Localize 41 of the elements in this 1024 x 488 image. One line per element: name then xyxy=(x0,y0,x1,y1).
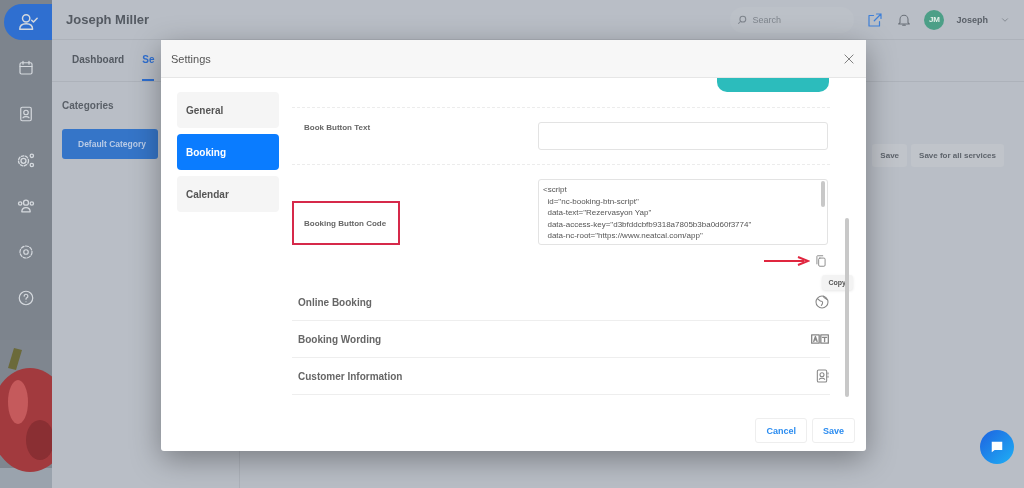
copy-icon xyxy=(814,254,828,268)
settings-section[interactable]: Booking Wording xyxy=(292,321,830,358)
cancel-button[interactable]: Cancel xyxy=(755,418,807,443)
settings-section[interactable]: Customer Information xyxy=(292,358,830,395)
code-line: id="nc-booking-btn-script" xyxy=(546,195,640,208)
chat-icon xyxy=(990,440,1004,454)
close-icon xyxy=(842,51,856,66)
code-line: data-access-key="d3bfddcbfb9318a7805b3ba0d60f3774" xyxy=(546,218,753,231)
code-field[interactable]: <script id="nc-booking-btn-script" data-text="Rezervasyon Yap" data-access-key="d3bfddcbfb9318a7805b3ba0d60f3774" data-nc-root="https://www.neatcal.com/app" xyxy=(538,179,828,245)
field-label: Book Button Text xyxy=(303,122,372,132)
code-line: <script xyxy=(543,184,568,196)
avatar[interactable]: JM xyxy=(924,9,945,30)
code-line: data-text="Rezervasyon Yap" xyxy=(546,207,653,219)
field-label: Booking Button Code xyxy=(292,201,400,245)
action-button[interactable] xyxy=(717,78,829,92)
sidebar-item[interactable] xyxy=(4,4,52,40)
tab[interactable]: Dashboard xyxy=(72,54,125,81)
save-button[interactable]: Save xyxy=(811,418,855,443)
settings-section[interactable]: Online Booking xyxy=(292,284,830,321)
contact-book-icon xyxy=(17,105,35,123)
user-check-icon xyxy=(17,11,39,33)
settings-nav-item[interactable]: Booking xyxy=(177,134,279,170)
user-menu[interactable]: Joseph xyxy=(956,14,988,25)
help-icon xyxy=(17,289,35,307)
categories-heading: Categories xyxy=(62,100,114,111)
input-field[interactable] xyxy=(538,122,828,150)
save-button[interactable]: Save xyxy=(872,144,908,167)
settings-nav-item[interactable]: Calendar xyxy=(177,176,279,212)
account-name: Joseph Miller xyxy=(66,12,151,27)
code-line: data-nc-root="https://www.neatcal.com/app" xyxy=(546,230,704,242)
chat-button[interactable] xyxy=(980,430,1014,464)
external-link-icon xyxy=(866,10,885,29)
save-button[interactable]: Save for all services xyxy=(911,144,1004,167)
calendar-icon xyxy=(17,59,35,77)
category-item[interactable]: Default Category xyxy=(62,129,158,159)
contact-card-icon xyxy=(814,368,830,384)
settings-icon xyxy=(17,243,35,261)
arrow xyxy=(764,256,810,266)
settings-nav-item[interactable]: General xyxy=(177,92,279,128)
dialog-title: Settings xyxy=(171,52,211,65)
tab[interactable]: Se xyxy=(142,54,155,81)
